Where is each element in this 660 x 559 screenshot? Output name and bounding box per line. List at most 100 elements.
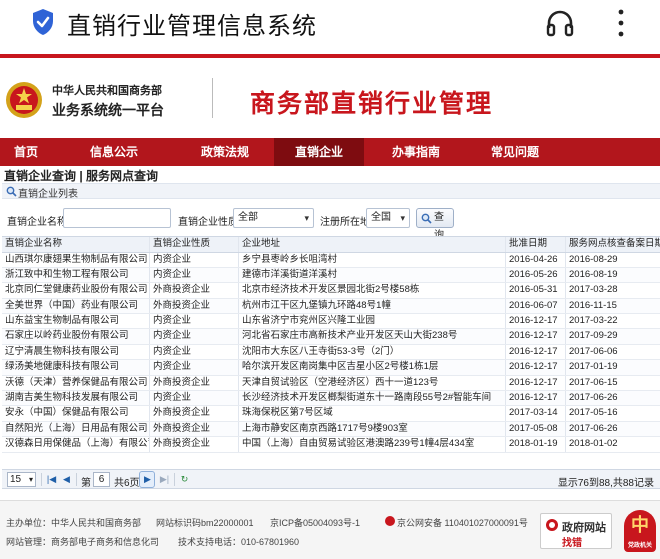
nav-item-guide[interactable]: 办事指南 [364, 138, 468, 166]
company-name-label: 直销企业名称: [7, 217, 70, 228]
filing-date-cell: 2017-03-22 [569, 315, 618, 327]
company-type-cell: 外商投资企业 [150, 375, 239, 391]
company-name-cell: 石家庄以岭药业股份有限公司 [2, 329, 150, 344]
breadcrumb[interactable]: 直销企业查询 | 服务网点查询 [4, 167, 158, 184]
approval-date-cell: 2016-06-07 [506, 298, 566, 314]
filing-date-cell: 2017-06-15 [569, 376, 618, 388]
column-header[interactable]: 直销企业性质 [150, 237, 239, 252]
app-bar: 直销行业管理信息系统 [0, 0, 660, 46]
approval-date-cell: 2017-05-08 [506, 421, 566, 437]
search-icon [6, 186, 17, 197]
first-page-icon[interactable]: |◀ [45, 473, 58, 486]
nav-item-home[interactable]: 首页 [0, 138, 52, 166]
gov-site-error-report-button[interactable]: 政府网站 找错 [540, 513, 612, 549]
company-name-input[interactable] [63, 208, 171, 228]
column-header[interactable]: 企业地址 [239, 237, 506, 252]
filing-date-cell: 2018-01-02 [569, 438, 618, 450]
company-name-cell: 湖南吉美生物科技发展有限公司 [2, 391, 150, 406]
nav-item-public-info[interactable]: 信息公示 [52, 138, 176, 166]
table-row[interactable]: 辽宁清晨生物科技有限公司 内资企业 沈阳市大东区八王寺街53-3号（2门） 2016-… [2, 344, 660, 361]
query-button[interactable]: 查询 [416, 208, 454, 241]
gov-site-error-label: 找错 [562, 538, 582, 549]
national-emblem-icon [6, 82, 42, 118]
pager-divider [41, 473, 42, 486]
filing-date-cell: 2017-05-16 [569, 407, 618, 419]
footer-ops: 网站管理：商务部电子商务和信息化司 [6, 537, 160, 547]
footer-site-code: 网站标识码bm22000001 [156, 518, 254, 528]
nav-item-faq[interactable]: 常见问题 [468, 138, 562, 166]
table-row[interactable]: 沃德（天津）营养保健品有限公司 外商投资企业 天津自贸试验区（空港经济区）西十一道1… [2, 375, 660, 392]
table-row[interactable]: 北京同仁堂健康药业股份有限公司 外商投资企业 北京市经济技术开发区景园北街2号楼58… [2, 283, 660, 299]
address-cell: 建德市洋溪街道洋溪村 [239, 267, 506, 283]
approval-date-cell: 2016-04-26 [506, 252, 566, 267]
footer-tel: 技术支持电话：010-67801960 [178, 537, 300, 547]
refresh-icon[interactable]: ↻ [178, 473, 191, 486]
column-header[interactable]: 批准日期 [506, 237, 566, 252]
address-cell: 山东省济宁市兖州区兴隆工业园 [239, 314, 506, 329]
party-gov-badge[interactable]: 中 党政机关 [624, 510, 656, 552]
region-select[interactable]: 全国 ▾ [366, 208, 410, 228]
table-row[interactable]: 浙江致中和生物工程有限公司 内资企业 建德市洋溪街道洋溪村 2016-05-26 201… [2, 267, 660, 284]
table-row[interactable]: 全美世界（中国）药业有限公司 外商投资企业 杭州市江干区九堡镇九环路48号1幢 201… [2, 298, 660, 315]
address-cell: 上海市静安区南京西路1717号9楼903室 [239, 421, 506, 437]
table-row[interactable]: 安永（中国）保健品有限公司 外商投资企业 珠海保税区第7号区域 2017-03-14 2… [2, 406, 660, 422]
company-type-cell: 内资企业 [150, 267, 239, 283]
prev-page-icon[interactable]: ◀ [60, 473, 73, 486]
list-subheader-label: 直销企业列表 [18, 189, 78, 200]
approval-date-cell: 2016-12-17 [506, 329, 566, 344]
company-type-cell: 外商投资企业 [150, 437, 239, 452]
table-row[interactable]: 绿汤美地健康科技有限公司 内资企业 哈尔滨开发区南岗集中区吉星小区2号楼1栋1层 20… [2, 360, 660, 376]
address-cell: 长沙经济技术开发区榔梨街道东十一路南段55号2#智能车间 [239, 391, 506, 406]
column-header[interactable]: 直销企业名称 [2, 237, 150, 252]
company-name-cell: 安永（中国）保健品有限公司 [2, 406, 150, 421]
table-row[interactable]: 汉德森日用保健品（上海）有限公司 外商投资企业 中国（上海）自由贸易试验区港澳路23… [2, 437, 660, 453]
company-table: 直销企业名称 直销企业性质 企业地址 批准日期 服务网点核查备案日期 山西琪尔康… [2, 236, 660, 453]
table-row[interactable]: 湖南吉美生物科技发展有限公司 内资企业 长沙经济技术开发区榔梨街道东十一路南段55号… [2, 391, 660, 407]
table-row[interactable]: 自然阳光（上海）日用品有限公司 外商投资企业 上海市静安区南京西路1717号9楼90… [2, 421, 660, 438]
approval-date-cell: 2016-12-17 [506, 360, 566, 375]
pagination-bar: 15 ▾ |◀ ◀ 第 6 共6页 ▶ ▶| ↻ 显示76到88,共88记录 [2, 469, 660, 489]
police-badge-icon [385, 516, 395, 526]
more-vertical-icon[interactable] [616, 8, 626, 38]
ministry-name: 中华人民共和国商务部 [52, 85, 162, 97]
table-row[interactable]: 山东益宝生物制品有限公司 内资企业 山东省济宁市兖州区兴隆工业园 2016-12-17… [2, 314, 660, 330]
headphones-icon[interactable] [545, 9, 575, 37]
region-label: 注册所在地: [320, 217, 373, 228]
footer-police[interactable]: 京公网安备 110401027000091号 [397, 516, 528, 529]
chevron-down-icon: ▾ [304, 213, 309, 223]
page-size-value: 15 [10, 474, 22, 485]
company-type-cell: 内资企业 [150, 344, 239, 360]
company-name-cell: 绿汤美地健康科技有限公司 [2, 360, 150, 375]
next-page-button[interactable]: ▶ [139, 471, 155, 488]
company-name-cell: 山东益宝生物制品有限公司 [2, 314, 150, 329]
shield-check-icon [33, 9, 53, 35]
address-cell: 天津自贸试验区（空港经济区）西十一道123号 [239, 375, 506, 391]
gov-site-logo-icon [546, 519, 558, 531]
company-type-cell: 内资企业 [150, 252, 239, 267]
filing-date-cell: 2017-09-29 [569, 330, 618, 342]
page-number-input[interactable]: 6 [93, 472, 110, 487]
nav-item-direct-sales-companies[interactable]: 直销企业 [274, 138, 364, 166]
gov-site-label: 政府网站 [562, 522, 606, 534]
filing-date-cell: 2017-06-26 [569, 422, 618, 434]
column-header[interactable]: 服务网点核查备案日期 [566, 237, 660, 252]
company-type-select[interactable]: 全部 ▾ [233, 208, 314, 228]
platform-name: 业务系统统一平台 [52, 102, 164, 118]
company-type-cell: 外商投资企业 [150, 283, 239, 298]
filing-date-cell: 2016-08-19 [569, 268, 618, 280]
approval-date-cell: 2016-12-17 [506, 391, 566, 406]
search-form: 直销企业名称: 直销企业性质: 全部 ▾ 注册所在地: 全国 ▾ 查询 [0, 205, 660, 241]
nav-item-policy[interactable]: 政策法规 [176, 138, 274, 166]
company-type-value: 全部 [238, 212, 258, 223]
last-page-icon[interactable]: ▶| [158, 473, 171, 486]
approval-date-cell: 2016-12-17 [506, 314, 566, 329]
table-row[interactable]: 石家庄以岭药业股份有限公司 内资企业 河北省石家庄市高新技术产业开发区天山大街238… [2, 329, 660, 345]
record-count: 显示76到88,共88记录 [557, 478, 654, 489]
approval-date-cell: 2016-05-26 [506, 267, 566, 283]
app-title: 直销行业管理信息系统 [67, 12, 317, 40]
footer-icp[interactable]: 京ICP备05004093号-1 [270, 516, 360, 529]
page-size-select[interactable]: 15 ▾ [7, 472, 36, 487]
filing-date-cell: 2017-01-19 [569, 361, 618, 373]
table-row[interactable]: 山西琪尔康翅果生物制品有限公司 内资企业 乡宁县枣岭乡长咀湾村 2016-04-26 2… [2, 252, 660, 268]
company-type-cell: 内资企业 [150, 360, 239, 375]
